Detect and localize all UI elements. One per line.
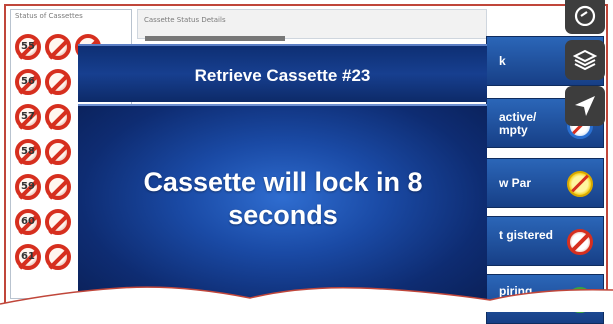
modal-title: Retrieve Cassette #23 (194, 66, 371, 85)
no-entry-icon (45, 104, 71, 130)
no-entry-icon: 56 (15, 69, 41, 95)
details-window-title: Cassette Status Details (144, 16, 226, 24)
no-entry-icon (45, 69, 71, 95)
status-button-label: t gistered (499, 228, 554, 242)
torn-edge-decoration (0, 286, 613, 312)
no-entry-icon (45, 209, 71, 235)
status-button-not-registered[interactable]: t gistered (486, 216, 604, 266)
lock-countdown-message: Cassette will lock in 8 seconds (143, 167, 423, 230)
no-entry-yellow-icon (567, 171, 593, 197)
no-entry-icon: 59 (15, 174, 41, 200)
navigation-arrow-icon (575, 96, 595, 116)
modal-header: Retrieve Cassette #23 (78, 44, 487, 102)
no-entry-icon: 60 (15, 209, 41, 235)
status-button-label: k (499, 54, 506, 68)
no-entry-icon (45, 174, 71, 200)
status-button-label: active/ mpty (499, 110, 537, 137)
details-window-titlebar: Cassette Status Details (137, 9, 487, 39)
panel-title: Status of Cassettes (15, 12, 83, 20)
no-entry-icon (45, 244, 71, 270)
compass-control[interactable] (565, 0, 605, 34)
details-progress-bar (145, 36, 285, 41)
no-entry-icon: 57 (15, 104, 41, 130)
no-entry-red-icon (567, 229, 593, 255)
navigate-control[interactable] (565, 86, 605, 126)
modal-body: Cassette will lock in 8 seconds (78, 104, 487, 310)
no-entry-icon: 55 (15, 34, 41, 60)
no-entry-icon (45, 34, 71, 60)
layers-control[interactable] (565, 40, 605, 80)
no-entry-icon: 61 (15, 244, 41, 270)
no-entry-icon: 58 (15, 139, 41, 165)
compass-icon (574, 5, 596, 26)
layers-icon (573, 49, 597, 71)
status-button-label: w Par (499, 176, 532, 190)
no-entry-icon (45, 139, 71, 165)
status-button-low-par[interactable]: w Par (486, 158, 604, 208)
